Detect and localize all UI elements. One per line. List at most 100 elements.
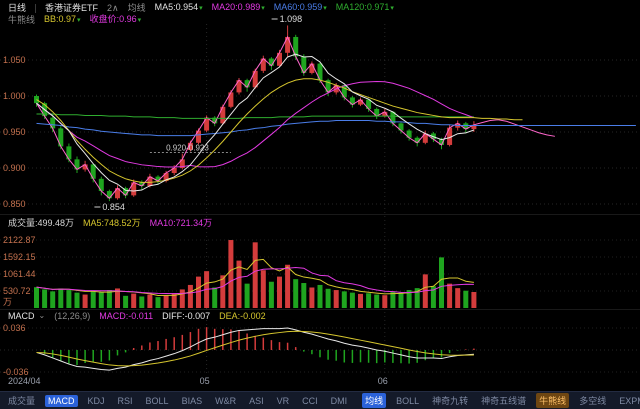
volume-bar [163, 295, 169, 308]
volume-bar [155, 297, 161, 308]
main-chart-header: 日线 香港证券ETF 2∧ 均线 MA5:0.954▾ MA20:0.989▾ MA… [8, 2, 394, 14]
volume-bar [463, 290, 469, 308]
down-arrow-icon: ▾ [77, 17, 81, 24]
tab-DMI[interactable]: DMI [328, 395, 351, 407]
tab-MACD[interactable]: MACD [45, 394, 78, 407]
down-arrow-icon: ▾ [137, 17, 142, 24]
axis-label: 0.900 [3, 163, 26, 173]
tab-CCI[interactable]: CCI [299, 395, 321, 407]
annotation-high: 1.098 [280, 14, 303, 24]
volume-bar [252, 242, 258, 308]
indicator-value: 成交量:499.48万 [8, 218, 75, 228]
tab-神奇九转[interactable]: 神奇九转 [429, 393, 471, 408]
volume-bar [82, 294, 88, 308]
axis-label: 万 [3, 297, 12, 307]
volume-bar [123, 295, 129, 308]
axis-label: 0.950 [3, 127, 26, 137]
tab-BOLL[interactable]: BOLL [143, 395, 172, 407]
volume-bar [66, 290, 72, 308]
axis-label: 05 [200, 376, 210, 386]
tab-牛熊线[interactable]: 牛熊线 [536, 393, 570, 408]
macd-title[interactable]: MACD [8, 311, 35, 321]
axis-label: 2024/04 [8, 376, 41, 386]
volume-bar [139, 296, 145, 308]
ma-group-label: 均线 [127, 3, 146, 13]
volume-bar [212, 287, 218, 308]
ma20-line [36, 80, 475, 168]
down-arrow-icon: ▾ [390, 5, 394, 12]
volume-bar [293, 279, 299, 308]
axis-label: 1.000 [3, 91, 26, 101]
ma120-line [36, 113, 474, 119]
volume-bar [374, 294, 380, 308]
tab-均线[interactable]: 均线 [362, 393, 387, 408]
annotation-gap: 0.920-0.923 [166, 144, 209, 153]
indicator-value: MA10:721.34万 [149, 218, 213, 228]
tab-EXPMA[interactable]: EXPMA [616, 395, 640, 407]
volume-bar [325, 288, 331, 308]
volume-bar [58, 288, 64, 308]
volume-bar [50, 291, 56, 308]
axis-label: 0.036 [3, 323, 26, 333]
volume-bar [309, 287, 315, 308]
dropdown-caret-icon[interactable]: ⌄ [39, 311, 46, 321]
volume-bar [179, 289, 185, 308]
macd-header: MACD ⌄ (12,26,9) MACD:-0.011 DIFF:-0.007 D… [8, 311, 266, 321]
volume-bar [277, 276, 282, 308]
chart-layout-toggle[interactable]: 2∧ [107, 3, 119, 13]
volume-bar [301, 283, 307, 308]
indicator-value: DEA:-0.002 [219, 311, 266, 321]
overlay-indicator-tabs: 均线 BOLL 神奇九转神奇五线谱牛熊线多空线 EXPMA [362, 393, 640, 408]
axis-label: 530.72 [3, 286, 31, 296]
volume-bar [358, 293, 363, 308]
volume-bar [260, 270, 266, 308]
volume-bar [447, 283, 453, 308]
volume-bar [285, 264, 291, 308]
volume-bar [349, 292, 355, 308]
tab-多空线[interactable]: 多空线 [576, 393, 609, 408]
volume-bar [382, 295, 388, 308]
indicator-value: DIFF:-0.007 [162, 311, 211, 321]
tab-神奇五线谱[interactable]: 神奇五线谱 [478, 393, 529, 408]
volume-bar [244, 283, 250, 308]
axis-label: 1.050 [3, 55, 26, 65]
volume-bar [131, 293, 137, 308]
tab-W&R[interactable]: W&R [212, 395, 239, 407]
tab-BIAS[interactable]: BIAS [179, 395, 206, 407]
volume-bar [455, 288, 461, 308]
chart-canvas[interactable]: 1.050 1.000 0.950 0.900 0.850 2122.87 1592.15 1… [0, 0, 640, 409]
volume-bar [90, 291, 96, 308]
tab-VR[interactable]: VR [274, 395, 293, 407]
volume-bar [228, 240, 234, 308]
down-arrow-icon: ▾ [199, 5, 203, 12]
volume-bar [439, 257, 444, 308]
axis-label: 1061.44 [3, 269, 36, 279]
candlesticks [34, 25, 477, 202]
tab-ASI[interactable]: ASI [246, 395, 267, 407]
volume-values: 成交量:499.48万 MA5:748.52万 MA10:721.34万 [8, 218, 212, 228]
axis-label: 2122.87 [3, 235, 36, 245]
ma60-line [36, 119, 636, 137]
volume-bar [366, 293, 372, 308]
overlay-lines [36, 35, 636, 199]
indicator-tabbar: 成交量 MACD KDJ RSI BOLL BIAS W&R ASI VR CCI DMI 均线 BO… [0, 391, 640, 409]
period-selector[interactable]: 日线 [8, 3, 26, 13]
tab-BOLL[interactable]: BOLL [393, 395, 422, 407]
candle-body [50, 117, 56, 129]
tab-RSI[interactable]: RSI [115, 395, 136, 407]
volume-bar [106, 290, 112, 308]
indicator-value: MACD:-0.011 [99, 311, 154, 321]
volume-bar [42, 289, 48, 308]
tab-KDJ[interactable]: KDJ [85, 395, 108, 407]
tab-成交量[interactable]: 成交量 [5, 393, 38, 408]
volume-bar [333, 290, 339, 308]
down-arrow-icon: ▾ [261, 5, 265, 12]
volume-bar [74, 292, 80, 308]
axis-label: 0.850 [3, 199, 26, 209]
indicator-value: MA5:0.954▾ [154, 2, 203, 12]
symbol-name[interactable]: 香港证券ETF [45, 3, 98, 13]
volume-bar [317, 284, 323, 308]
volume-bar [34, 287, 39, 308]
bullbear-values: BB:0.97▾ 收盘价:0.96▾ [44, 14, 141, 26]
volume-bar [187, 284, 193, 308]
